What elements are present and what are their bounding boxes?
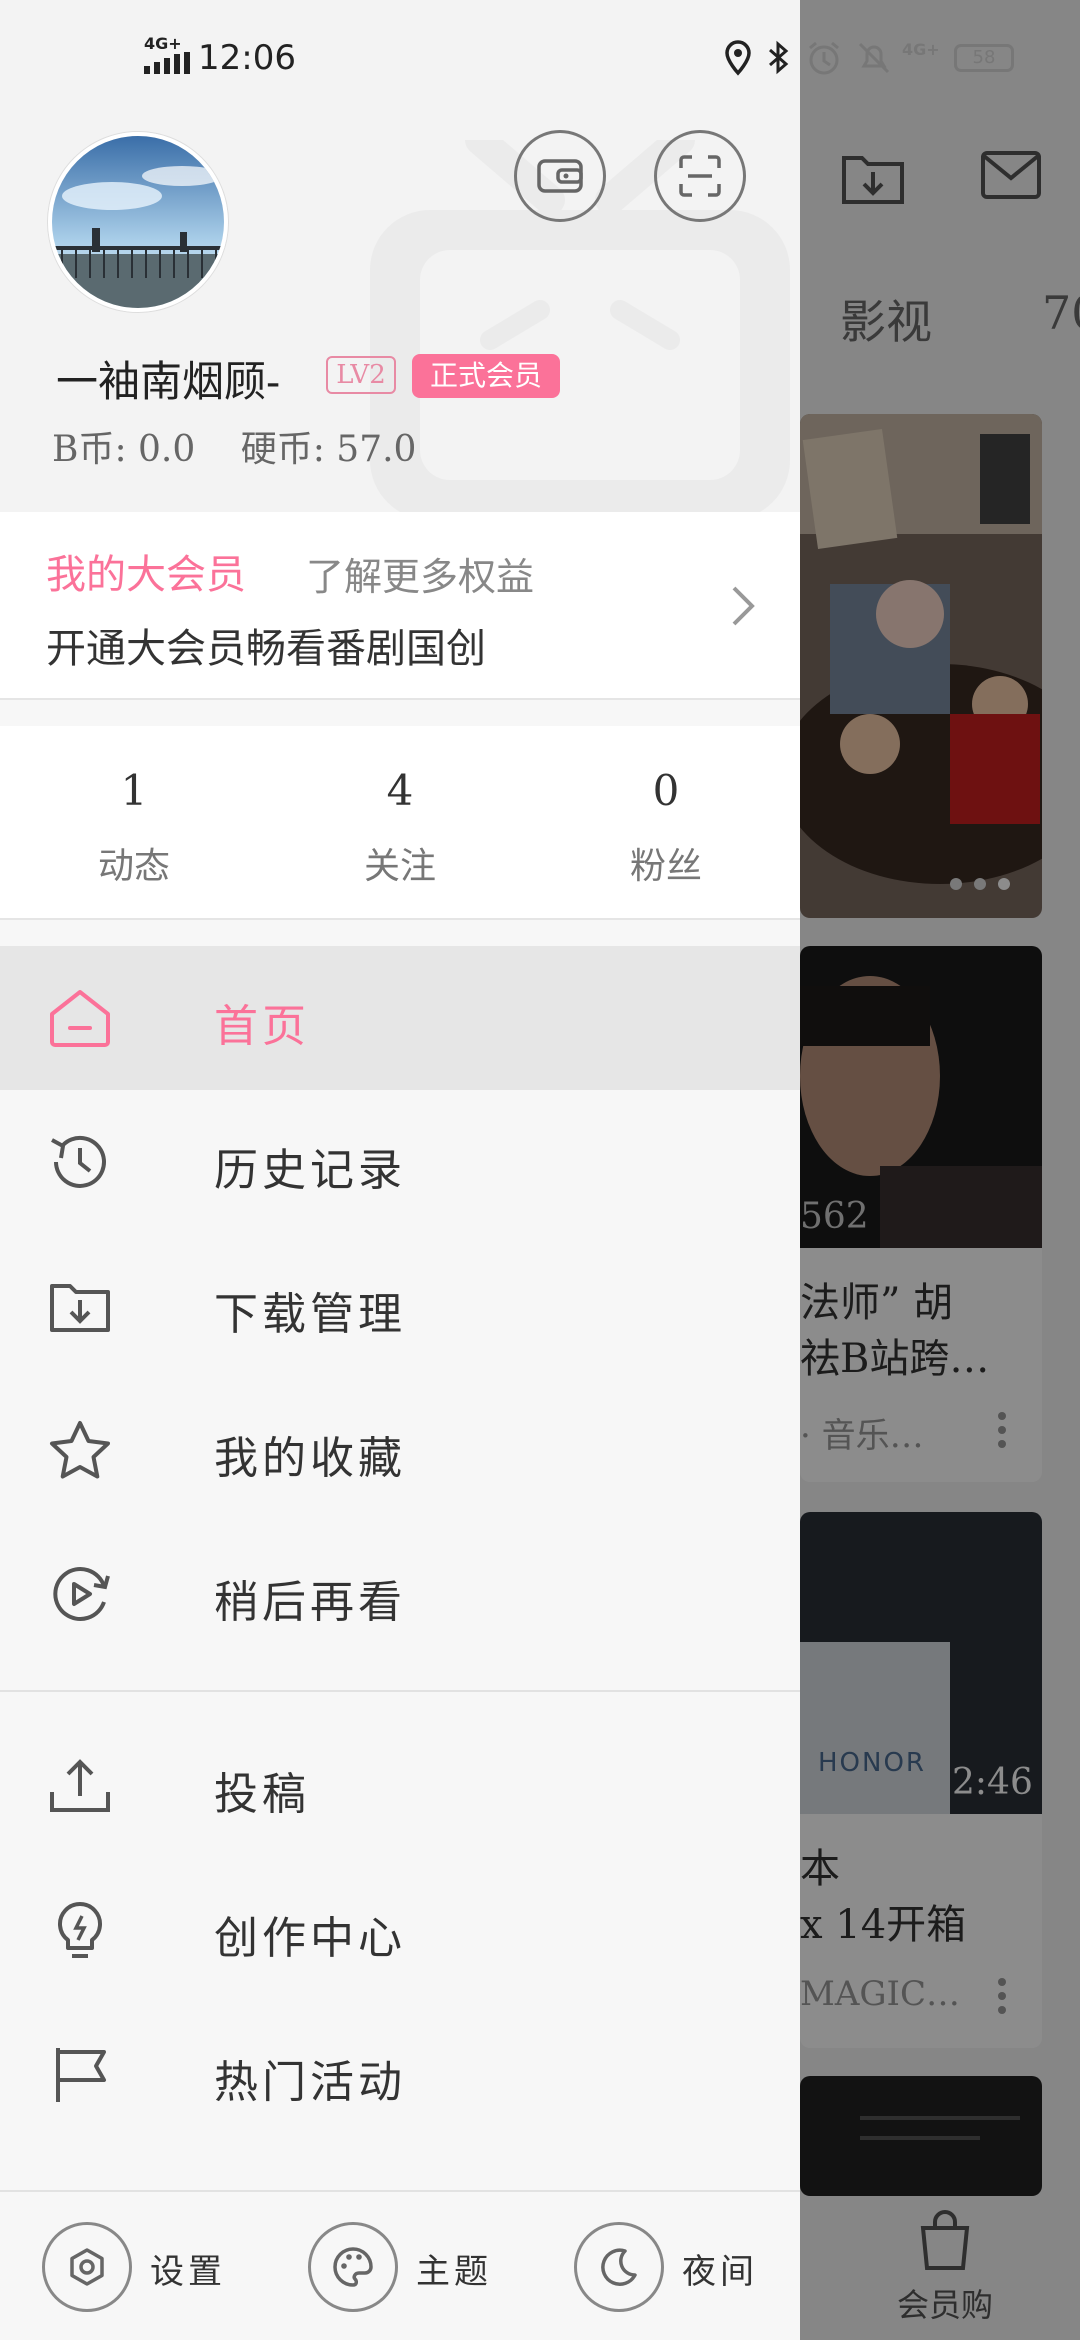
stat-label: 关注 xyxy=(363,846,436,887)
stat-dynamics[interactable]: 1 动态 xyxy=(34,766,234,889)
avatar[interactable] xyxy=(48,132,228,312)
menu-label: 我的收藏 xyxy=(214,1433,406,1484)
bottom-label: 设置 xyxy=(150,2252,226,2292)
coin-balance: B币: 0.0 硬币: 57.0 xyxy=(52,420,450,472)
navigation-drawer: 一袖南烟顾- LV2 正式会员 B币: 0.0 硬币: 57.0 我的大会员 了… xyxy=(0,0,800,2340)
stat-value: 0 xyxy=(652,766,680,815)
home-icon xyxy=(50,990,110,1047)
star-icon xyxy=(50,1421,110,1479)
username: 一袖南烟顾- xyxy=(56,357,281,406)
battery-level: 58 xyxy=(972,47,996,68)
vip-membership-card[interactable]: 我的大会员 了解更多权益 开通大会员畅看番剧国创 xyxy=(0,512,800,700)
user-stats: 1 动态 4 关注 0 粉丝 xyxy=(0,726,800,920)
network-type: 4G+ xyxy=(144,34,182,53)
wallet-button[interactable] xyxy=(514,130,606,222)
location-icon xyxy=(725,40,751,76)
wallet-icon xyxy=(537,159,583,193)
theme-circle xyxy=(308,2222,398,2312)
level-badge: LV2 xyxy=(326,356,396,394)
menu-label: 首页 xyxy=(214,1001,310,1052)
chevron-right-icon xyxy=(732,586,755,626)
menu-divider xyxy=(0,1690,800,1692)
network-type-right: 4G+ xyxy=(902,40,940,59)
status-icons-right: 4G+ 58 xyxy=(724,36,1024,80)
menu-item-events[interactable]: 热门活动 xyxy=(0,2002,800,2146)
vip-badge[interactable]: 正式会员 xyxy=(412,354,560,398)
night-circle xyxy=(574,2222,664,2312)
menu-item-favorites[interactable]: 我的收藏 xyxy=(0,1378,800,1522)
b-coin-balance: B币: 0.0 xyxy=(52,429,196,470)
vip-more-benefits: 了解更多权益 xyxy=(306,555,535,599)
settings-circle xyxy=(42,2222,132,2312)
drawer-bottom-bar: 设置 主题 夜间 xyxy=(0,2190,800,2340)
scan-icon xyxy=(679,155,721,197)
menu-item-download[interactable]: 下载管理 xyxy=(0,1234,800,1378)
menu-item-watch-later[interactable]: 稍后再看 xyxy=(0,1522,800,1666)
flag-icon xyxy=(56,2048,106,2102)
stat-value: 4 xyxy=(386,766,414,815)
menu-label: 热门活动 xyxy=(214,2057,406,2108)
lightbulb-icon xyxy=(58,1902,102,1958)
bottom-label: 夜间 xyxy=(682,2252,758,2292)
history-icon xyxy=(51,1135,106,1188)
menu-item-history[interactable]: 历史记录 xyxy=(0,1090,800,1234)
watch-later-icon xyxy=(53,1567,110,1621)
scan-button[interactable] xyxy=(654,130,746,222)
bluetooth-icon xyxy=(769,40,789,75)
signal-icon: 4G+ xyxy=(144,36,190,78)
download-folder-icon xyxy=(50,1284,110,1332)
menu-item-home[interactable]: 首页 xyxy=(0,946,800,1090)
menu-label: 创作中心 xyxy=(214,1913,406,1964)
stat-label: 动态 xyxy=(97,846,170,887)
coin-count: 硬币: 57.0 xyxy=(240,429,417,470)
menu-item-upload[interactable]: 投稿 xyxy=(0,1714,800,1858)
overlay-scrim[interactable] xyxy=(800,0,1080,2340)
menu-label: 历史记录 xyxy=(214,1145,406,1196)
menu-label: 投稿 xyxy=(214,1769,310,1820)
bottom-label: 主题 xyxy=(416,2252,492,2292)
stat-value: 1 xyxy=(120,766,148,815)
menu-label: 下载管理 xyxy=(214,1289,406,1340)
clock: 12:06 xyxy=(198,38,296,78)
palette-icon xyxy=(333,2247,373,2287)
menu-label: 稍后再看 xyxy=(214,1577,406,1628)
stat-followers[interactable]: 0 粉丝 xyxy=(566,766,766,889)
gear-icon xyxy=(70,2248,104,2286)
vip-description: 开通大会员畅看番剧国创 xyxy=(46,626,486,672)
stat-label: 粉丝 xyxy=(629,846,702,887)
mute-bell-icon xyxy=(858,42,890,74)
status-bar: 4G+ 12:06 xyxy=(0,0,800,120)
menu-item-creator-center[interactable]: 创作中心 xyxy=(0,1858,800,2002)
battery-icon: 58 xyxy=(954,44,1014,72)
alarm-icon xyxy=(809,41,839,75)
upload-icon xyxy=(50,1759,110,1812)
stat-following[interactable]: 4 关注 xyxy=(300,766,500,889)
vip-title: 我的大会员 xyxy=(46,552,246,598)
moon-icon xyxy=(601,2248,637,2286)
